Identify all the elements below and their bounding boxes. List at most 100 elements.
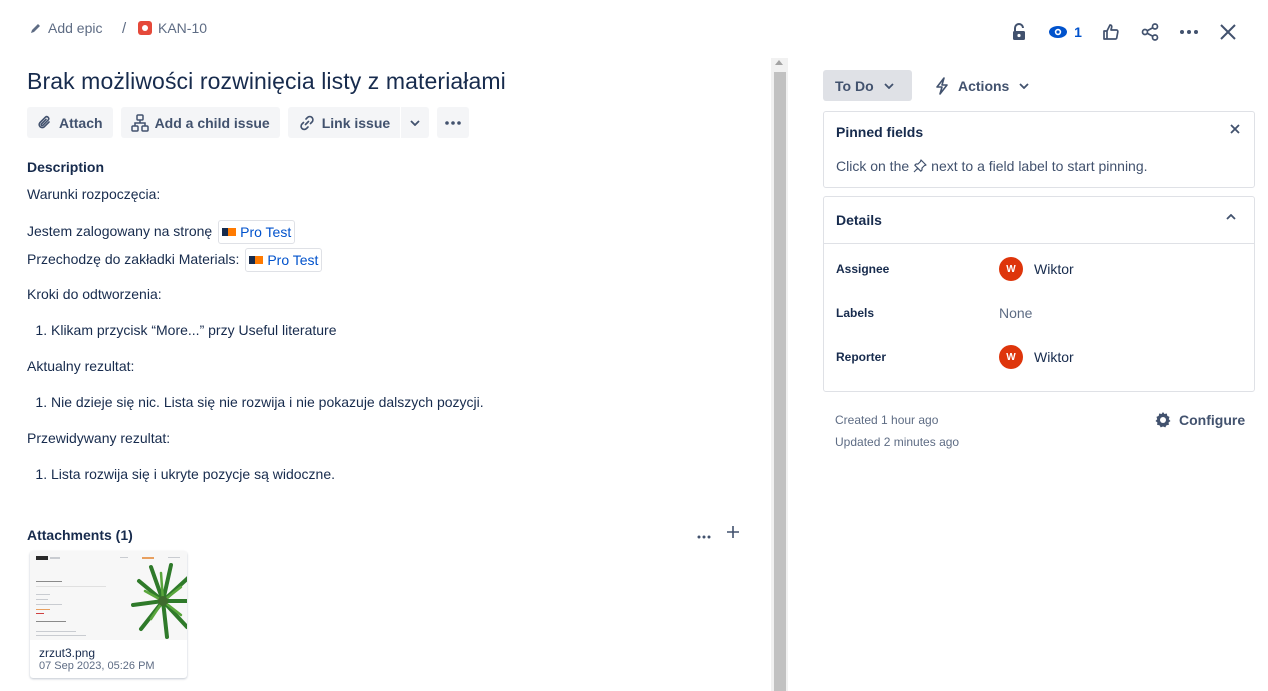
close-button[interactable] xyxy=(1212,18,1244,46)
pinned-fields-heading: Pinned fields xyxy=(836,124,924,140)
configure-label: Configure xyxy=(1179,412,1246,428)
close-icon xyxy=(1220,24,1236,40)
issue-toolbar: Attach Add a child issue Link issue xyxy=(27,107,477,138)
add-epic-link[interactable]: Add epic xyxy=(30,20,102,36)
scrollbar-thumb[interactable] xyxy=(774,72,786,691)
site-favicon-icon xyxy=(249,256,264,264)
chevron-up-icon[interactable] xyxy=(1226,214,1236,220)
watch-button[interactable]: 1 xyxy=(1042,18,1088,46)
add-attachment-button[interactable] xyxy=(726,522,740,545)
description-heading: Description xyxy=(27,159,105,175)
description-line: Kroki do odtworzenia: xyxy=(27,286,162,302)
share-icon xyxy=(1141,23,1159,41)
more-icon xyxy=(445,120,461,125)
description-body[interactable]: Warunki rozpoczęcia: Jestem zalogowany n… xyxy=(27,184,747,484)
attachments-more-button[interactable] xyxy=(697,526,711,544)
bug-icon xyxy=(138,21,152,35)
labels-row: Labels None xyxy=(836,301,1246,325)
add-child-issue-label: Add a child issue xyxy=(154,114,270,131)
chevron-down-icon xyxy=(1019,82,1029,89)
pro-test-smart-link[interactable]: Pro Test xyxy=(218,220,296,244)
steps-list: Klikam przycisk “More...” przy Useful li… xyxy=(27,320,747,340)
site-favicon-icon xyxy=(222,228,237,236)
attachment-card[interactable]: zrzut3.png 07 Sep 2023, 05:26 PM xyxy=(30,551,187,678)
status-label: To Do xyxy=(835,77,874,94)
expected-list: Lista rozwija się i ukryte pozycje są wi… xyxy=(27,464,747,484)
pro-test-smart-link[interactable]: Pro Test xyxy=(245,248,323,272)
avatar: W xyxy=(999,345,1023,369)
more-icon xyxy=(1180,30,1198,34)
chevron-down-icon xyxy=(410,119,420,126)
assignee-row: Assignee W Wiktor xyxy=(836,257,1246,281)
attachments-heading: Attachments (1) xyxy=(27,527,133,543)
created-timestamp: Created 1 hour ago xyxy=(835,413,939,427)
description-line: Warunki rozpoczęcia: xyxy=(27,186,161,202)
pinned-fields-panel: Pinned fields Click on the next to a fie… xyxy=(823,111,1255,188)
labels-value[interactable]: None xyxy=(999,305,1032,321)
pinned-fields-hint: Click on the next to a field label to st… xyxy=(836,158,1148,174)
lock-icon xyxy=(1013,23,1025,40)
issue-header-actions: 1 xyxy=(996,18,1244,46)
issue-key: KAN-10 xyxy=(158,20,208,36)
eye-icon xyxy=(1049,26,1068,38)
lock-button[interactable] xyxy=(1003,18,1035,46)
attachment-thumbnail xyxy=(30,551,187,640)
details-panel: Details Assignee W Wiktor Labels None Re… xyxy=(823,196,1255,392)
watch-count: 1 xyxy=(1074,24,1082,40)
attach-button[interactable]: Attach xyxy=(27,107,113,138)
breadcrumb-separator: / xyxy=(122,20,127,37)
link-issue-dropdown[interactable] xyxy=(401,107,430,138)
avatar: W xyxy=(999,257,1023,281)
link-issue-label: Link issue xyxy=(321,114,391,131)
link-issue-button[interactable]: Link issue xyxy=(287,107,401,138)
assignee-value[interactable]: W Wiktor xyxy=(999,257,1074,281)
thumbs-up-icon xyxy=(1103,24,1119,40)
reporter-value[interactable]: W Wiktor xyxy=(999,345,1074,369)
attachment-date: 07 Sep 2023, 05:26 PM xyxy=(39,660,155,672)
toolbar-more-button[interactable] xyxy=(437,107,470,138)
reporter-row: Reporter W Wiktor xyxy=(836,345,1246,369)
labels-label: Labels xyxy=(836,306,875,320)
description-line: Jestem zalogowany na stronę Pro Test xyxy=(27,220,747,244)
description-line: Aktualny rezultat: xyxy=(27,358,135,374)
assignee-name: Wiktor xyxy=(1034,261,1074,277)
details-header[interactable]: Details xyxy=(824,197,1254,244)
assignee-label: Assignee xyxy=(836,262,890,276)
description-line: Przechodzę do zakładki Materials: Pro Te… xyxy=(27,248,747,272)
list-item: Klikam przycisk “More...” przy Useful li… xyxy=(51,320,747,340)
add-child-issue-button[interactable]: Add a child issue xyxy=(120,107,280,138)
gear-icon xyxy=(1154,411,1172,429)
plant-image-icon xyxy=(131,563,187,639)
issue-key-link[interactable]: KAN-10 xyxy=(138,20,207,36)
reporter-name: Wiktor xyxy=(1034,349,1074,365)
more-actions-button[interactable] xyxy=(1173,18,1205,46)
attach-label: Attach xyxy=(59,114,103,131)
pinned-fields-close-button[interactable] xyxy=(1230,124,1240,134)
actions-label: Actions xyxy=(958,77,1010,94)
actions-dropdown[interactable]: Actions xyxy=(934,70,1029,101)
details-heading: Details xyxy=(836,212,882,228)
issue-title[interactable]: Brak możliwości rozwinięcia listy z mate… xyxy=(27,68,506,95)
updated-timestamp: Updated 2 minutes ago xyxy=(835,435,960,449)
plus-icon xyxy=(727,526,739,538)
issue-main-pane: Brak możliwości rozwinięcia listy z mate… xyxy=(0,60,770,691)
more-icon xyxy=(697,535,711,539)
vote-button[interactable] xyxy=(1095,18,1127,46)
scroll-up-arrow-icon[interactable] xyxy=(775,60,783,65)
status-dropdown[interactable]: To Do xyxy=(823,70,912,101)
share-button[interactable] xyxy=(1134,18,1166,46)
actual-list: Nie dzieje się nic. Lista się nie rozwij… xyxy=(27,392,747,412)
list-item: Lista rozwija się i ukryte pozycje są wi… xyxy=(51,464,747,484)
reporter-label: Reporter xyxy=(836,350,887,364)
configure-button[interactable]: Configure xyxy=(1154,411,1245,429)
description-line: Przewidywany rezultat: xyxy=(27,430,171,446)
top-bar: Add epic / KAN-10 1 xyxy=(0,0,1268,60)
pin-icon xyxy=(913,159,927,173)
chevron-down-icon xyxy=(883,82,894,89)
add-epic-label: Add epic xyxy=(48,20,103,36)
list-item: Nie dzieje się nic. Lista się nie rozwij… xyxy=(51,392,747,412)
lightning-icon xyxy=(934,76,950,95)
paperclip-icon xyxy=(37,114,53,132)
pencil-icon xyxy=(30,22,42,34)
attachment-file-name: zrzut3.png xyxy=(39,646,96,660)
